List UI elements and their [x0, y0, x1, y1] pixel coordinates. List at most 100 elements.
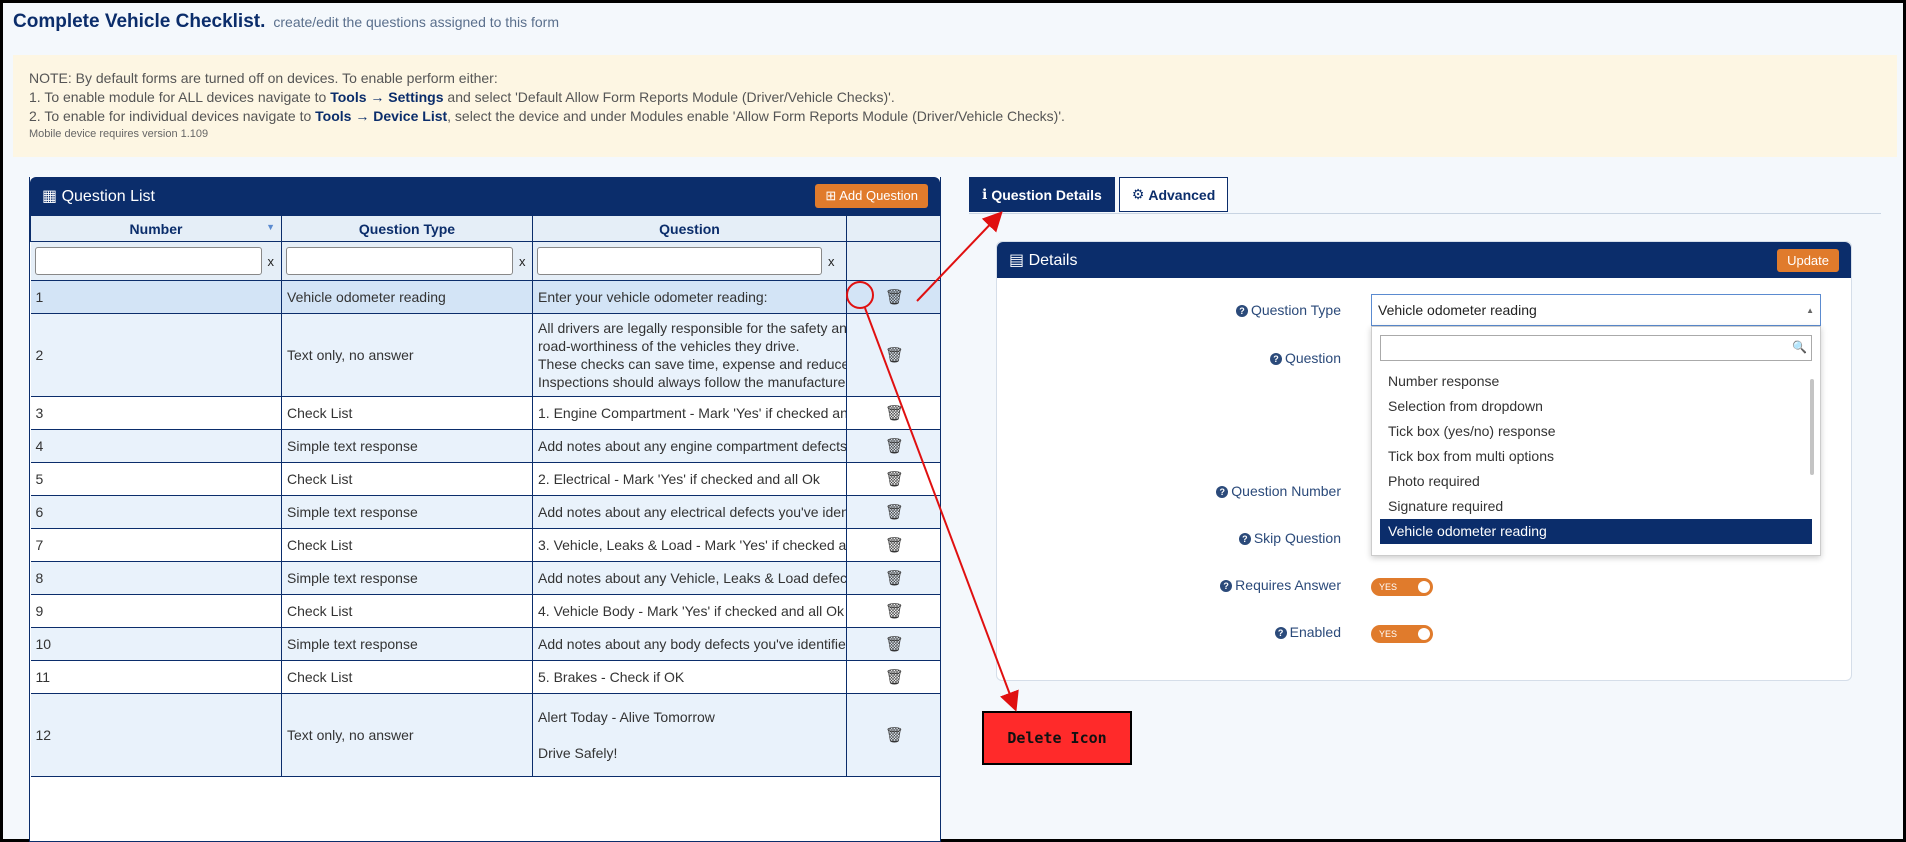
row-type: Check List [281, 396, 533, 430]
question-line: 5. Brakes - Check if OK [538, 669, 685, 685]
clear-type-filter[interactable]: x [519, 254, 526, 269]
table-row[interactable]: 6 Simple text response Add notes about any… [30, 495, 940, 529]
row-type: Check List [281, 462, 533, 496]
row-actions: 🗑 [846, 280, 940, 314]
table-row[interactable]: 12 Text only, no answer Alert Today - Aliv… [30, 693, 940, 777]
table-icon: ▦ [42, 188, 58, 205]
filter-type-input[interactable] [286, 247, 513, 275]
device-list-link[interactable]: Tools → Device List [315, 108, 447, 124]
table-row[interactable]: 10 Simple text response Add notes about an… [30, 627, 940, 661]
row-number: 9 [30, 594, 282, 628]
delete-icon[interactable]: 🗑 [885, 727, 904, 744]
detail-tabs: ℹ Question Details ⚙ Advanced [969, 177, 1229, 212]
question-line: Add notes about any body defects you've … [538, 636, 847, 652]
tab-advanced[interactable]: ⚙ Advanced [1118, 177, 1229, 212]
help-icon: ? [1220, 580, 1233, 592]
tab-question-details[interactable]: ℹ Question Details [969, 177, 1115, 212]
dropdown-option[interactable]: Number response [1380, 369, 1812, 394]
delete-icon[interactable]: 🗑 [885, 504, 904, 521]
dropdown-option[interactable]: Tick box (yes/no) response [1380, 419, 1812, 444]
table-row[interactable]: 8 Simple text response Add notes about any… [30, 561, 940, 595]
add-question-button[interactable]: ⊞ Add Question [815, 184, 928, 208]
row-number: 2 [30, 313, 282, 397]
row-question: Add notes about any body defects you've … [532, 627, 847, 661]
version-note: Mobile device requires version 1.109 [29, 128, 209, 140]
label-text: Question [1284, 350, 1341, 366]
note-line: NOTE: By default forms are turned off on… [29, 70, 498, 86]
enabled-label: ? Enabled [1274, 624, 1341, 640]
details-title: Details [1028, 252, 1078, 269]
delete-icon[interactable]: 🗑 [885, 669, 904, 686]
row-number: 6 [30, 495, 282, 529]
question-line: 3. Vehicle, Leaks & Load - Mark 'Yes' if… [538, 537, 847, 553]
dropdown-option[interactable]: Selection from dropdown [1380, 394, 1812, 419]
table-row[interactable]: 3 Check List 1. Engine Compartment - Mark … [30, 396, 940, 430]
update-button[interactable]: Update [1777, 248, 1839, 272]
row-number: 4 [30, 429, 282, 463]
column-header-number[interactable]: Number ▼ [30, 215, 282, 242]
row-actions: 🗑 [846, 313, 940, 397]
note-text: and select 'Default Allow Form Reports M… [443, 89, 895, 105]
delete-icon[interactable]: 🗑 [885, 537, 904, 554]
row-question: Add notes about any engine compartment d… [532, 429, 847, 463]
row-actions: 🗑 [846, 462, 940, 496]
row-type: Simple text response [281, 495, 533, 529]
dropdown-option[interactable]: Vehicle odometer reading [1380, 519, 1812, 544]
row-actions: 🗑 [846, 594, 940, 628]
question-list-panel: ▦ Question List ⊞ Add Question Number ▼ Q… [29, 177, 941, 842]
delete-icon[interactable]: 🗑 [885, 570, 904, 587]
question-line: Enter your vehicle odometer reading: [538, 289, 768, 305]
delete-icon[interactable]: 🗑 [885, 405, 904, 422]
question-line: 2. Electrical - Mark 'Yes' if checked an… [538, 471, 820, 487]
table-row[interactable]: 9 Check List 4. Vehicle Body - Mark 'Yes' … [30, 594, 940, 628]
delete-icon[interactable]: 🗑 [885, 289, 904, 306]
delete-icon[interactable]: 🗑 [885, 603, 904, 620]
question-line: 4. Vehicle Body - Mark 'Yes' if checked … [538, 603, 844, 619]
note-text: , select the device and under Modules en… [447, 108, 1065, 124]
column-header-actions [846, 215, 940, 242]
filter-question-input[interactable] [537, 247, 822, 275]
dropdown-scrollbar[interactable] [1810, 379, 1814, 475]
row-number: 1 [30, 280, 282, 314]
sort-icon: ▼ [266, 222, 275, 232]
question-line: 1. Engine Compartment - Mark 'Yes' if ch… [538, 405, 847, 421]
row-actions: 🗑 [846, 627, 940, 661]
filter-row: x x x [30, 241, 940, 281]
question-number-label: ? Question Number [1216, 483, 1341, 499]
question-line: Inspections should always follow the man… [538, 374, 847, 390]
table-row[interactable]: 2 Text only, no answer All drivers are leg… [30, 313, 940, 397]
question-line [538, 726, 841, 744]
clear-number-filter[interactable]: x [268, 254, 275, 269]
requires-answer-toggle[interactable]: YES [1371, 578, 1433, 596]
dropdown-search-input[interactable]: 🔍 [1380, 335, 1812, 361]
column-header-type[interactable]: Question Type [281, 215, 533, 242]
requires-answer-label: ? Requires Answer [1220, 577, 1341, 593]
table-row[interactable]: 4 Simple text response Add notes about any… [30, 429, 940, 463]
delete-icon[interactable]: 🗑 [885, 347, 904, 364]
question-table: Number ▼ Question Type Question x x x 1 Ve… [30, 215, 940, 777]
settings-link[interactable]: Tools → Settings [330, 89, 443, 105]
filter-number-input[interactable] [34, 247, 262, 275]
filter-cell: x [281, 241, 533, 281]
info-note: NOTE: By default forms are turned off on… [13, 55, 1897, 157]
dropdown-option[interactable]: Tick box from multi options [1380, 444, 1812, 469]
table-row[interactable]: 1 Vehicle odometer reading Enter your vehi… [30, 280, 940, 314]
question-type-select[interactable]: Vehicle odometer reading ▲ [1371, 294, 1821, 326]
label-text: Requires Answer [1235, 577, 1341, 593]
dropdown-option[interactable]: Signature required [1380, 494, 1812, 519]
enabled-toggle[interactable]: YES [1371, 625, 1433, 643]
question-list-header: ▦ Question List ⊞ Add Question [30, 177, 940, 215]
table-row[interactable]: 5 Check List 2. Electrical - Mark 'Yes' if… [30, 462, 940, 496]
skip-question-label: ? Skip Question [1238, 530, 1341, 546]
clear-question-filter[interactable]: x [828, 254, 835, 269]
delete-icon[interactable]: 🗑 [885, 636, 904, 653]
row-question: 2. Electrical - Mark 'Yes' if checked an… [532, 462, 847, 496]
delete-icon[interactable]: 🗑 [885, 438, 904, 455]
table-row[interactable]: 11 Check List 5. Brakes - Check if OK 🗑 [30, 660, 940, 694]
plus-icon: ⊞ [825, 188, 837, 203]
delete-icon[interactable]: 🗑 [885, 471, 904, 488]
dropdown-option[interactable]: Photo required [1380, 469, 1812, 494]
column-header-question[interactable]: Question [532, 215, 847, 242]
table-row[interactable]: 7 Check List 3. Vehicle, Leaks & Load - Ma… [30, 528, 940, 562]
question-type-dropdown: 🔍 Number response Selection from dropdown… [1371, 326, 1821, 556]
